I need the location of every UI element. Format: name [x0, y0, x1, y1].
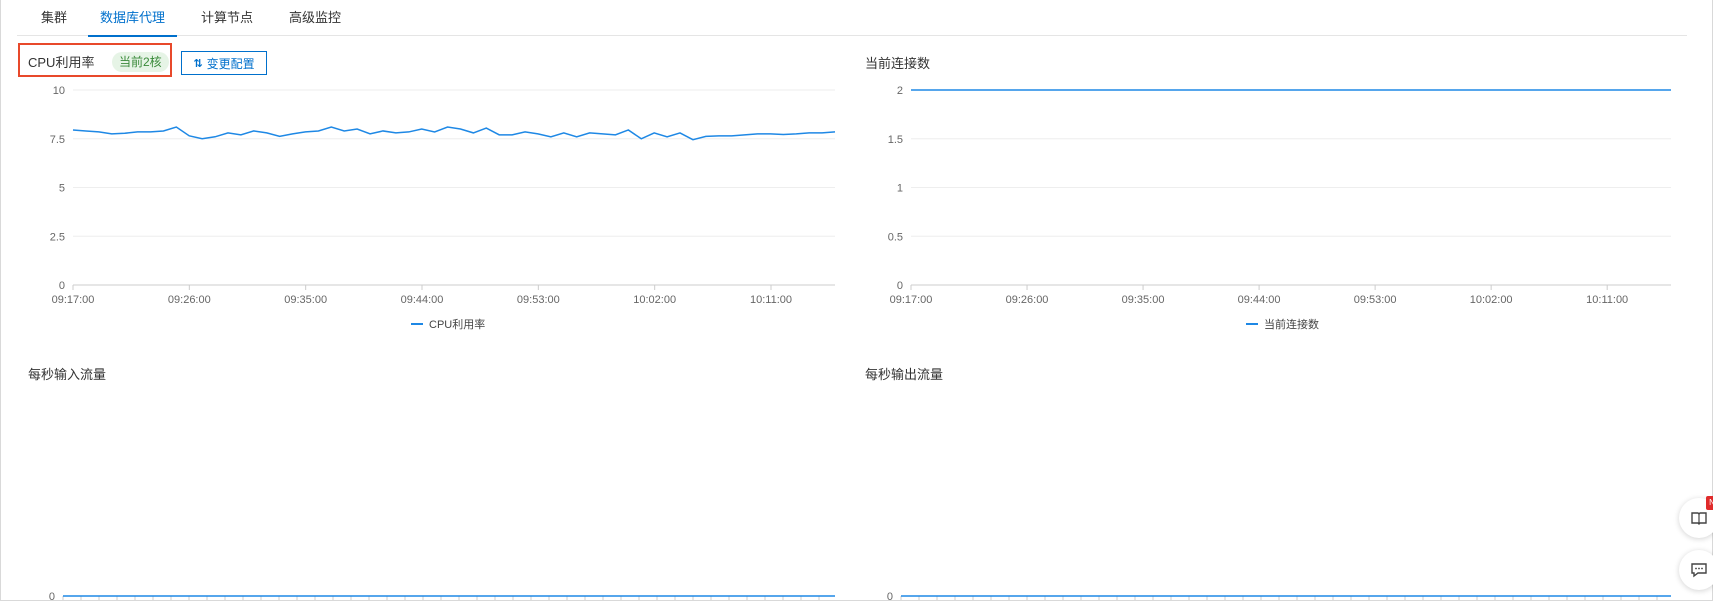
x-tick-label: 10:02:00	[1470, 294, 1513, 306]
y-tick-label: 1	[897, 183, 903, 195]
x-tick-label: 09:44:00	[1238, 294, 1281, 306]
x-tick-label: 09:53:00	[1354, 294, 1397, 306]
series-line	[72, 126, 836, 141]
input-traffic-chart-title: 每秒输入流量	[28, 367, 107, 382]
y-tick-label: 5	[59, 183, 65, 195]
tab-bar: 集群 数据库代理 计算节点 高级监控	[17, 0, 1687, 37]
y-tick-label: 1.5	[888, 134, 903, 146]
x-tick-label: 09:17:00	[890, 294, 933, 306]
output-traffic-chart-title: 每秒输出流量	[865, 367, 944, 382]
input-traffic-chart: 0	[49, 591, 835, 601]
y-tick-label: 10	[53, 85, 65, 97]
legend-label: 当前连接数	[1264, 317, 1319, 331]
x-tick-label: 10:11:00	[1586, 294, 1628, 306]
x-tick-label: 10:11:00	[750, 294, 792, 306]
y-tick-label: 0.5	[888, 231, 903, 243]
connections-chart: 0 0.5 1 1.5 2 09:17:00 09:26:00 09:35:00 09:44:0…	[888, 85, 1671, 331]
tab-compute-node[interactable]: 计算节点	[189, 0, 265, 36]
x-tick-label: 10:02:00	[633, 294, 676, 306]
x-tick-label: 09:26:00	[1006, 294, 1049, 306]
legend-label: CPU利用率	[429, 317, 485, 331]
chat-icon	[1691, 563, 1707, 578]
x-tick-label: 09:17:00	[52, 294, 95, 306]
feedback-button[interactable]	[1679, 550, 1713, 590]
y-tick-label: 7.5	[50, 134, 65, 146]
change-config-label: 变更配置	[206, 56, 255, 71]
monitor-page: 集群 数据库代理 计算节点 高级监控 CPU利用率 当前2核 ⇅ 变更配置 当前…	[0, 0, 1713, 601]
tab-advanced-monitor[interactable]: 高级监控	[277, 0, 353, 36]
y-tick-label: 0	[887, 591, 893, 601]
y-tick-label: 0	[897, 280, 903, 292]
x-tick-label: 09:44:00	[401, 294, 444, 306]
tab-cluster[interactable]: 集群	[29, 0, 79, 36]
x-tick-label: 09:35:00	[1122, 294, 1165, 306]
y-tick-label: 2	[897, 85, 903, 97]
core-count-badge: 当前2核	[112, 52, 169, 72]
y-tick-label: 0	[49, 591, 55, 601]
change-config-button[interactable]: ⇅ 变更配置	[181, 51, 267, 75]
y-tick-label: 0	[59, 280, 65, 292]
y-tick-label: 2.5	[50, 231, 65, 243]
new-badge: N	[1706, 496, 1713, 510]
swap-icon: ⇅	[193, 57, 202, 70]
x-tick-label: 09:53:00	[517, 294, 560, 306]
cpu-usage-chart: 0 2.5 5 7.5 10 09:17:00 09:26:00 09:35:00 09:44:…	[50, 85, 836, 331]
book-icon	[1691, 512, 1707, 525]
x-tick-label: 09:26:00	[168, 294, 211, 306]
x-tick-label: 09:35:00	[284, 294, 327, 306]
cpu-chart-title: CPU利用率	[28, 55, 95, 70]
tab-db-proxy[interactable]: 数据库代理	[88, 0, 178, 37]
connections-chart-title: 当前连接数	[865, 56, 931, 71]
output-traffic-chart: 0	[887, 591, 1671, 601]
